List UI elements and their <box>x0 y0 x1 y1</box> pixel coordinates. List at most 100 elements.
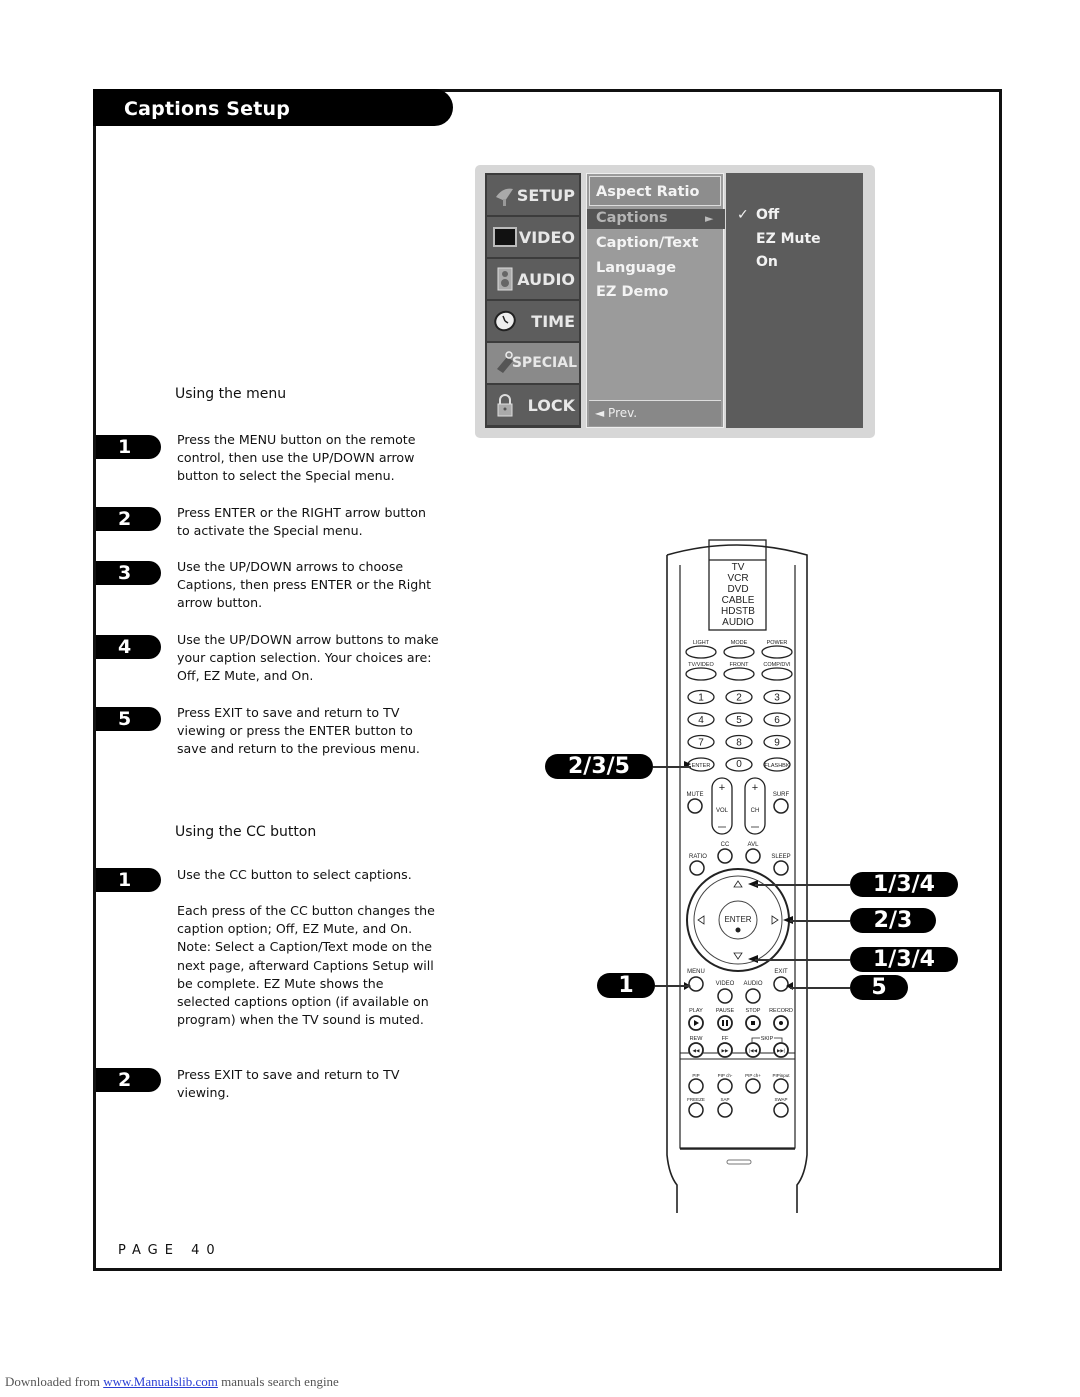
record-icon <box>779 1021 783 1025</box>
remote-button-front[interactable] <box>723 667 755 681</box>
mode-tv: TV <box>732 562 745 573</box>
step-text: Press EXIT to save and return to TV view… <box>177 705 420 757</box>
mode-vcr: VCR <box>727 573 748 584</box>
manualslib-link[interactable]: www.Manualslib.com <box>103 1374 218 1389</box>
osd-item-caption-text[interactable]: Caption/Text <box>596 235 698 251</box>
button-label: RECORD <box>769 1008 793 1014</box>
osd-tab-video[interactable]: VIDEO <box>487 217 579 257</box>
step-text: Press ENTER or the RIGHT arrow button to… <box>177 505 426 539</box>
enter-dot-icon <box>735 927 741 933</box>
button-label: 1 <box>698 693 704 704</box>
callout-down: 1/3/4 <box>850 947 958 972</box>
button-label: + <box>752 782 758 794</box>
button-label: LIGHT <box>693 640 710 646</box>
callout-right: 2/3 <box>850 908 936 933</box>
remote-button-tvvideo[interactable] <box>685 667 717 681</box>
button-label: FF <box>722 1036 729 1042</box>
osd-tab-column: SETUP VIDEO AUDIO TIME SPECIAL LOCK <box>485 173 581 428</box>
pip-button-2[interactable] <box>745 1078 761 1094</box>
button-label: TV/VIDEO <box>688 662 714 668</box>
mode-cable: CABLE <box>722 595 755 606</box>
button-label: 9 <box>774 738 780 749</box>
osd-item-aspect-ratio[interactable]: Aspect Ratio <box>596 184 699 200</box>
button-label: ENTER <box>724 915 751 924</box>
button-label: 8 <box>736 738 742 749</box>
pause-icon <box>722 1020 724 1026</box>
button-label: PIPinput <box>772 1073 790 1078</box>
osd-prev-button[interactable]: ◄ Prev. <box>595 406 637 420</box>
button-label: COMP/DVI <box>763 662 791 668</box>
button-label: PAUSE <box>716 1008 735 1014</box>
osd-tab-lock[interactable]: LOCK <box>487 385 579 425</box>
swap-button[interactable] <box>773 1102 789 1118</box>
pip-button-0[interactable] <box>688 1078 704 1094</box>
button-label: 7 <box>698 738 704 749</box>
step-badge: 3 <box>96 561 161 585</box>
callout-up: 1/3/4 <box>850 872 958 897</box>
button-label: 0 <box>736 759 742 770</box>
callout-menu: 1 <box>597 973 655 998</box>
osd-tab-label: SETUP <box>516 186 575 205</box>
osd-option-column: ✓ Off EZ Mute On <box>726 173 863 428</box>
step-text: Use the UP/DOWN arrows to choose Caption… <box>177 559 432 611</box>
ratio-button[interactable] <box>689 860 705 876</box>
button-label: AUDIO <box>743 981 762 987</box>
button-label: 4 <box>698 715 704 726</box>
cc-button[interactable] <box>717 848 733 864</box>
freeze-button[interactable] <box>688 1102 704 1118</box>
osd-item-captions[interactable]: Captions <box>596 210 668 226</box>
remote-button-compdvi[interactable] <box>761 667 793 681</box>
mute-button[interactable] <box>687 798 703 814</box>
callout-line <box>755 884 850 886</box>
remote-button-light[interactable] <box>685 645 717 659</box>
callout-line <box>653 766 691 768</box>
osd-item-ez-demo[interactable]: EZ Demo <box>596 284 668 300</box>
pip-button-3[interactable] <box>773 1078 789 1094</box>
button-label: + <box>719 782 725 794</box>
sap-button[interactable] <box>717 1102 733 1118</box>
pause-icon <box>726 1020 728 1026</box>
osd-option-off[interactable]: Off <box>756 207 779 223</box>
mode-hdstb: HDSTB <box>721 606 755 617</box>
button-label: SWAP <box>774 1097 787 1102</box>
step-badge: 5 <box>96 707 161 731</box>
osd-item-language[interactable]: Language <box>596 260 676 276</box>
callout-line <box>755 959 850 961</box>
button-label: ENTER <box>692 763 711 769</box>
surf-button[interactable] <box>773 798 789 814</box>
step-badge: 2 <box>96 1068 161 1092</box>
step-text: Press the MENU button on the remote cont… <box>177 432 416 484</box>
section-heading-cc: Using the CC button <box>175 824 317 840</box>
osd-tab-setup[interactable]: SETUP <box>487 175 579 215</box>
osd-tab-audio[interactable]: AUDIO <box>487 259 579 299</box>
audio-button[interactable] <box>745 988 761 1004</box>
remote-control: TV VCR DVD CABLE HDSTB AUDIO LIGHT MODE PO… <box>666 539 808 1213</box>
osd-option-ez-mute[interactable]: EZ Mute <box>756 231 821 247</box>
button-label: VOL <box>716 808 729 814</box>
osd-tab-special[interactable]: SPECIAL <box>487 343 579 383</box>
step-badge: 1 <box>96 868 161 892</box>
satellite-dish-icon <box>496 188 513 206</box>
osd-option-on[interactable]: On <box>756 254 778 270</box>
sleep-button[interactable] <box>773 860 789 876</box>
button-label: 2 <box>736 693 742 704</box>
remote-button-power[interactable] <box>761 645 793 659</box>
avl-button[interactable] <box>745 848 761 864</box>
button-label: 5 <box>736 715 742 726</box>
button-label: POWER <box>767 640 788 646</box>
button-label: REW <box>690 1036 704 1042</box>
button-label: SAP <box>720 1097 729 1102</box>
video-button[interactable] <box>717 988 733 1004</box>
pip-button-1[interactable] <box>717 1078 733 1094</box>
remote-button-mode[interactable] <box>723 645 755 659</box>
button-label: PIP ch- <box>718 1073 733 1078</box>
step-text: Use the UP/DOWN arrow buttons to make yo… <box>177 632 439 684</box>
menu-button[interactable] <box>688 976 704 992</box>
osd-tab-label: SPECIAL <box>511 355 577 371</box>
exit-button[interactable] <box>773 976 789 992</box>
clock-icon <box>494 310 516 332</box>
section-heading-menu: Using the menu <box>175 386 287 402</box>
remote-button-pause[interactable] <box>717 1015 733 1031</box>
osd-tab-time[interactable]: TIME <box>487 301 579 341</box>
button-label: ◀◀ <box>693 1048 700 1053</box>
